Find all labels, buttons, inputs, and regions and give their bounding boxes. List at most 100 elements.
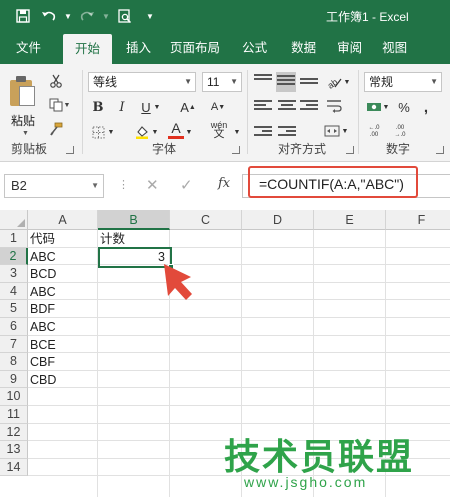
- align-center-icon[interactable]: [278, 100, 296, 114]
- cancel-icon[interactable]: ✕: [146, 176, 159, 194]
- row-header-13[interactable]: 13: [0, 441, 28, 459]
- decrease-font-icon[interactable]: A ▼: [208, 97, 228, 117]
- insert-function-icon[interactable]: fx: [218, 176, 230, 191]
- phonetic-dropdown-icon[interactable]: ▼: [232, 122, 242, 142]
- cut-icon[interactable]: [46, 72, 66, 90]
- paste-button[interactable]: 粘贴: [11, 112, 35, 129]
- decrease-indent-icon[interactable]: [254, 126, 272, 140]
- increase-decimal-icon[interactable]: ←.0.00: [362, 122, 386, 142]
- column-header-a[interactable]: A: [28, 210, 98, 230]
- align-right-icon[interactable]: [300, 100, 318, 114]
- font-dialog-launcher-icon[interactable]: [232, 146, 240, 154]
- row-header-8[interactable]: 8: [0, 353, 28, 371]
- save-icon[interactable]: [12, 6, 34, 26]
- font-color-icon[interactable]: A: [166, 120, 186, 140]
- tab-home[interactable]: 开始: [63, 34, 113, 64]
- row-header-5[interactable]: 5: [0, 300, 28, 318]
- cell-a2[interactable]: ABC: [30, 249, 56, 266]
- redo-dropdown-icon[interactable]: ▼: [102, 6, 110, 26]
- tab-review[interactable]: 审阅: [327, 32, 372, 64]
- row-header-11[interactable]: 11: [0, 406, 28, 424]
- name-box[interactable]: B2 ▼: [4, 174, 104, 198]
- row-header-1[interactable]: 1: [0, 230, 28, 248]
- bottom-align-icon[interactable]: [300, 74, 318, 88]
- tab-view[interactable]: 视图: [372, 32, 417, 64]
- row-header-10[interactable]: 10: [0, 388, 28, 406]
- tab-data[interactable]: 数据: [280, 32, 327, 64]
- enter-check-icon[interactable]: ✓: [180, 176, 193, 194]
- orientation-icon[interactable]: ab: [324, 72, 344, 92]
- column-header-b[interactable]: B: [98, 210, 170, 230]
- tab-formulas[interactable]: 公式: [229, 32, 280, 64]
- font-color-dropdown-icon[interactable]: ▼: [184, 122, 194, 142]
- font-size-select[interactable]: 11 ▼: [202, 72, 242, 92]
- cell-b1[interactable]: 计数: [100, 231, 125, 248]
- merge-center-icon[interactable]: [322, 121, 342, 141]
- redo-icon[interactable]: [76, 6, 98, 26]
- comma-style-icon[interactable]: ,: [416, 97, 436, 117]
- underline-dropdown-icon[interactable]: ▼: [152, 97, 162, 117]
- clipboard-group-label: 剪贴板: [10, 142, 47, 156]
- borders-dropdown-icon[interactable]: ▼: [106, 122, 116, 142]
- increase-indent-icon[interactable]: [278, 126, 296, 140]
- cell-a3[interactable]: BCD: [30, 266, 56, 283]
- orientation-dropdown-icon[interactable]: ▼: [342, 72, 352, 92]
- font-name-select[interactable]: 等线 ▼: [88, 72, 196, 92]
- bold-button[interactable]: B: [88, 97, 108, 117]
- formula-bar-grip-icon[interactable]: ⋮: [118, 178, 129, 191]
- italic-button[interactable]: I: [112, 97, 132, 117]
- merge-dropdown-icon[interactable]: ▼: [340, 121, 350, 141]
- borders-icon[interactable]: [88, 122, 108, 142]
- fill-color-dropdown-icon[interactable]: ▼: [150, 122, 160, 142]
- cell-a1[interactable]: 代码: [30, 231, 55, 248]
- row-header-6[interactable]: 6: [0, 318, 28, 336]
- row-header-9[interactable]: 9: [0, 370, 28, 389]
- cell-a4[interactable]: ABC: [30, 284, 56, 301]
- copy-dropdown-icon[interactable]: ▼: [62, 96, 72, 114]
- number-dialog-launcher-icon[interactable]: [436, 146, 444, 154]
- top-align-icon[interactable]: [254, 74, 272, 88]
- cell-a6[interactable]: ABC: [30, 319, 56, 336]
- cell-a9[interactable]: CBD: [30, 372, 56, 389]
- clipboard-dialog-launcher-icon[interactable]: [66, 146, 74, 154]
- row-header-3[interactable]: 3: [0, 265, 28, 283]
- alignment-dialog-launcher-icon[interactable]: [346, 146, 354, 154]
- undo-dropdown-icon[interactable]: ▼: [64, 6, 72, 26]
- format-painter-icon[interactable]: [46, 120, 66, 138]
- alignment-group-label: 对齐方式: [277, 142, 326, 156]
- number-format-select[interactable]: 常规 ▼: [364, 72, 442, 92]
- column-header-d[interactable]: D: [242, 210, 314, 230]
- increase-font-icon[interactable]: A ▲: [178, 97, 198, 117]
- column-header-e[interactable]: E: [314, 210, 386, 230]
- cell-a7[interactable]: BCE: [30, 337, 56, 354]
- row-header-7[interactable]: 7: [0, 335, 28, 354]
- cell-a5[interactable]: BDF: [30, 301, 55, 318]
- middle-align-icon[interactable]: [276, 72, 296, 92]
- print-preview-icon[interactable]: [114, 6, 136, 26]
- row-header-2[interactable]: 2: [0, 247, 28, 266]
- paste-dropdown-icon[interactable]: ▼: [22, 130, 29, 137]
- tab-page-layout[interactable]: 页面布局: [161, 32, 229, 64]
- decrease-decimal-icon[interactable]: .00 →.0: [388, 122, 412, 142]
- watermark-logo: 技术员联盟 www.jsgho.com: [216, 424, 450, 497]
- row-header-12[interactable]: 12: [0, 423, 28, 442]
- tab-insert[interactable]: 插入: [116, 32, 161, 64]
- cell-a8[interactable]: CBF: [30, 354, 55, 371]
- select-all-button[interactable]: [0, 210, 28, 230]
- customize-qat-icon[interactable]: ▼: [146, 6, 154, 26]
- chevron-down-icon: ▼: [91, 181, 99, 190]
- tab-file[interactable]: 文件: [0, 32, 59, 64]
- undo-icon[interactable]: [38, 6, 60, 26]
- align-left-icon[interactable]: [254, 100, 272, 114]
- percent-style-icon[interactable]: %: [394, 97, 414, 117]
- wrap-text-icon[interactable]: [324, 96, 344, 116]
- accounting-dropdown-icon[interactable]: ▼: [381, 97, 391, 117]
- column-header-f[interactable]: F: [386, 210, 450, 230]
- phonetic-guide-icon[interactable]: wén 文: [204, 120, 234, 140]
- row-header-14[interactable]: 14: [0, 458, 28, 477]
- paste-icon[interactable]: [10, 76, 36, 106]
- fill-color-icon[interactable]: [132, 122, 152, 142]
- chevron-down-icon: ▼: [430, 77, 438, 86]
- row-header-4[interactable]: 4: [0, 282, 28, 301]
- column-header-c[interactable]: C: [170, 210, 242, 230]
